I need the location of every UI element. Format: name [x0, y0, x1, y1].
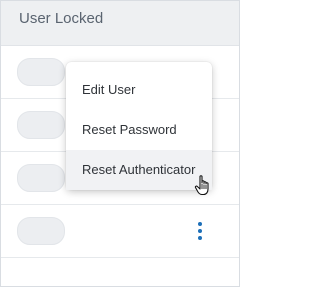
user-locked-toggle[interactable]	[17, 58, 65, 86]
hand-cursor-icon	[194, 175, 209, 196]
kebab-icon[interactable]	[191, 219, 209, 243]
menu-item-reset-password[interactable]: Reset Password	[66, 110, 212, 150]
column-header: User Locked	[1, 1, 239, 46]
table-row	[1, 205, 239, 258]
menu-item-label: Edit User	[82, 82, 136, 97]
menu-item-edit-user[interactable]: Edit User	[66, 70, 212, 110]
column-header-title: User Locked	[19, 10, 104, 27]
user-locked-toggle[interactable]	[17, 111, 65, 139]
menu-item-label: Reset Authenticator	[82, 162, 196, 177]
menu-item-label: Reset Password	[82, 122, 177, 137]
user-locked-toggle[interactable]	[17, 164, 65, 192]
menu-item-reset-authenticator[interactable]: Reset Authenticator	[66, 150, 212, 190]
row-action-menu: Edit User Reset Password Reset Authentic…	[66, 62, 212, 190]
user-locked-toggle[interactable]	[17, 217, 65, 245]
